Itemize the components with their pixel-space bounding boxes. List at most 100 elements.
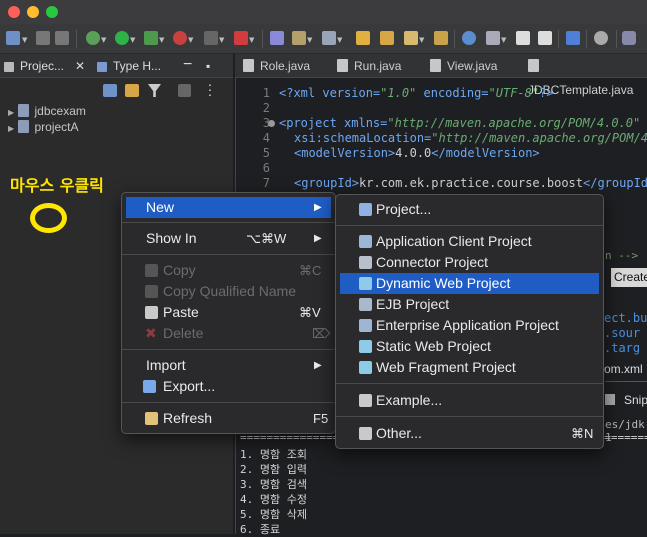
tree-item-jdbcexam[interactable]: ▶ jdbcexam: [8, 104, 86, 120]
collapse-all-icon[interactable]: [103, 84, 117, 97]
submenu-item-web-fragment-project[interactable]: Web Fragment Project: [340, 357, 599, 378]
menu-item-new[interactable]: New ▶: [126, 197, 331, 218]
tab-project-explorer[interactable]: Projec...: [4, 54, 64, 78]
tab-type-hierarchy[interactable]: Type H...: [97, 54, 161, 78]
submenu-item-dynamic-web-project[interactable]: Dynamic Web Project: [340, 273, 599, 294]
pencil-icon[interactable]: [404, 31, 418, 45]
tab-jdbctemplate-java[interactable]: JDBCTemplate.java: [528, 54, 647, 97]
minimize-window-button[interactable]: [27, 6, 39, 18]
last-edit-icon[interactable]: [538, 31, 552, 45]
copy-qualified-icon: [145, 285, 158, 298]
menu-item-copy-qualified-name[interactable]: Copy Qualified Name: [126, 281, 331, 302]
chevron-right-icon: ▶: [314, 202, 322, 213]
delete-icon: ✖: [145, 325, 157, 341]
pom-tab-fragment[interactable]: om.xml: [604, 362, 643, 376]
tab-run-java[interactable]: Run.java: [337, 54, 401, 78]
new-java-package-icon[interactable]: [270, 31, 284, 45]
marker-icon[interactable]: [434, 31, 448, 45]
submenu-item-connector-project[interactable]: Connector Project: [340, 252, 599, 273]
focus-icon[interactable]: [178, 84, 191, 97]
submenu-item-static-web-project[interactable]: Static Web Project: [340, 336, 599, 357]
minimize-view-icon[interactable]: −: [183, 54, 192, 78]
stop-icon[interactable]: [173, 31, 187, 45]
code-line-5[interactable]: <modelVersion>4.0.0</modelVersion>: [294, 146, 540, 160]
code-line-1[interactable]: <?xml version="1.0" encoding="UTF-8"?>: [279, 86, 554, 100]
ejb-icon: [359, 298, 372, 311]
close-window-button[interactable]: [8, 6, 20, 18]
menu-item-refresh[interactable]: Refresh F5: [126, 408, 331, 429]
menu-item-copy[interactable]: Copy ⌘C: [126, 260, 331, 281]
connector-icon: [359, 256, 372, 269]
menu-item-delete[interactable]: ✖ Delete ⌦: [126, 323, 331, 344]
debug-icon[interactable]: [86, 31, 100, 45]
tab-view-java[interactable]: View.java: [430, 54, 497, 78]
console-icon[interactable]: [566, 31, 580, 45]
chevron-right-icon: ▶: [314, 233, 322, 244]
comment-fragment: n -->: [605, 249, 639, 262]
context-menu: New ▶ Show In ⌥⌘W ▶ Copy ⌘C Copy Qualified N…: [121, 192, 336, 434]
submenu-item-ejb-project[interactable]: EJB Project: [340, 294, 599, 315]
chevron-right-icon: ▶: [8, 124, 15, 133]
tree-item-label: projectA: [34, 120, 79, 134]
settings-icon[interactable]: [322, 31, 336, 45]
search-icon[interactable]: [594, 31, 608, 45]
globe-icon[interactable]: [462, 31, 476, 45]
menu-item-import[interactable]: Import ▶: [126, 355, 331, 376]
zoom-window-button[interactable]: [46, 6, 58, 18]
open-type-icon[interactable]: [356, 31, 370, 45]
tab-snippets[interactable]: Snip: [624, 393, 647, 407]
new-icon[interactable]: [6, 31, 20, 45]
save-all-icon[interactable]: [55, 31, 69, 45]
left-panel-tab-bar: Projec... ✕ Type H... − ▪: [0, 54, 233, 78]
create-button[interactable]: Create: [611, 268, 647, 287]
previous-annotation-icon[interactable]: [516, 31, 530, 45]
chevron-right-icon: ▶: [314, 360, 322, 371]
chevron-right-icon: ▶: [8, 108, 15, 117]
open-folder-icon[interactable]: [380, 31, 394, 45]
line-number: 2: [262, 101, 270, 115]
console-line: 3. 명함 검색: [240, 478, 307, 491]
app-client-icon: [359, 235, 372, 248]
main-toolbar: ▼ ▼ ▼ ▼ ▼ ▼ ▼ ▼ ▼ ▼ ▼: [0, 24, 647, 54]
line-number: 3: [262, 116, 270, 130]
snippets-icon: [605, 394, 615, 405]
tree-item-projecta[interactable]: ▶ projectA: [8, 120, 79, 136]
menu-item-show-in[interactable]: Show In ⌥⌘W ▶: [126, 228, 331, 249]
code-line-4[interactable]: xsi:schemaLocation="http://maven.apache.…: [294, 131, 647, 145]
web-fragment-icon: [359, 361, 372, 374]
tab-role-java[interactable]: Role.java: [243, 54, 310, 78]
close-tab-icon[interactable]: ✕: [75, 54, 85, 78]
code-line-7[interactable]: <groupId>kr.com.ek.practice.course.boost…: [294, 176, 647, 190]
console-line: 4. 명함 수정: [240, 493, 307, 506]
title-bar: [0, 0, 647, 24]
perspective-icon[interactable]: [622, 31, 636, 45]
static-web-icon: [359, 340, 372, 353]
console-line: 1. 명함 조회: [240, 448, 307, 461]
editor-tab-bar: Role.java Run.java View.java JDBCTemplat…: [235, 54, 647, 97]
paste-icon: [145, 306, 158, 319]
run-external-icon[interactable]: [144, 31, 158, 45]
maximize-view-icon[interactable]: ▪: [206, 54, 210, 78]
submenu-item-example[interactable]: Example...: [340, 390, 599, 411]
file-icon: [243, 59, 254, 72]
terminate-icon[interactable]: [204, 31, 218, 45]
submenu-item-project[interactable]: Project...: [340, 199, 599, 220]
new-class-icon[interactable]: [292, 31, 306, 45]
submenu-item-enterprise-application-project[interactable]: Enterprise Application Project: [340, 315, 599, 336]
submenu-item-application-client-project[interactable]: Application Client Project: [340, 231, 599, 252]
menu-item-paste[interactable]: Paste ⌘V: [126, 302, 331, 323]
menu-item-export[interactable]: Export...: [126, 376, 331, 397]
run-icon[interactable]: [115, 31, 129, 45]
link-editor-icon[interactable]: [125, 84, 139, 97]
fold-icon[interactable]: [268, 120, 275, 127]
view-menu-icon[interactable]: · · ·: [206, 77, 214, 101]
text-fragment: ect.bu: [604, 311, 647, 325]
save-icon[interactable]: [36, 31, 50, 45]
chevron-down-icon[interactable]: ▼: [22, 36, 27, 44]
click-marker: [30, 203, 67, 233]
server-icon[interactable]: [234, 31, 248, 45]
next-annotation-icon[interactable]: [486, 31, 500, 45]
submenu-item-other[interactable]: Other... ⌘N: [340, 423, 599, 444]
code-line-3[interactable]: <project xmlns="http://maven.apache.org/…: [279, 116, 640, 130]
hierarchy-icon: [97, 62, 107, 72]
